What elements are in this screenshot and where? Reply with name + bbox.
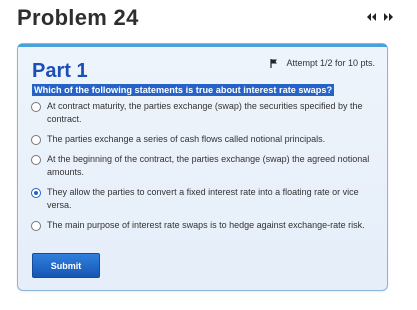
double-chevron-right-icon <box>384 13 393 21</box>
problem-nav <box>364 12 396 22</box>
previous-problem-button[interactable] <box>364 12 378 22</box>
answer-option[interactable]: The parties exchange a series of cash fl… <box>31 133 379 146</box>
answer-option-label: The main purpose of interest rate swaps … <box>47 220 365 230</box>
radio-button[interactable] <box>31 102 41 112</box>
problem-title: Problem 24 <box>17 5 139 30</box>
question-text: Which of the following statements is tru… <box>32 84 335 96</box>
next-problem-button[interactable] <box>382 12 396 22</box>
double-chevron-left-icon <box>367 13 376 21</box>
radio-button[interactable] <box>31 135 41 145</box>
answer-option-label: They allow the parties to convert a fixe… <box>47 187 359 210</box>
submit-button[interactable]: Submit <box>32 253 100 278</box>
attempt-text: Attempt 1/2 for 10 pts. <box>286 58 375 68</box>
radio-button[interactable] <box>31 155 41 165</box>
radio-button[interactable] <box>31 188 41 198</box>
answer-option[interactable]: The main purpose of interest rate swaps … <box>31 219 379 232</box>
radio-button[interactable] <box>31 221 41 231</box>
answer-option-label: At the beginning of the contract, the pa… <box>47 154 370 177</box>
answer-option-label: The parties exchange a series of cash fl… <box>47 134 326 144</box>
answer-options: At contract maturity, the parties exchan… <box>31 100 379 239</box>
question-card: Part 1 Attempt 1/2 for 10 pts. Which of … <box>17 43 388 291</box>
answer-option[interactable]: At contract maturity, the parties exchan… <box>31 100 379 126</box>
answer-option-label: At contract maturity, the parties exchan… <box>47 101 363 124</box>
part-title: Part 1 <box>32 60 88 82</box>
answer-option[interactable]: They allow the parties to convert a fixe… <box>31 186 379 212</box>
answer-option[interactable]: At the beginning of the contract, the pa… <box>31 153 379 179</box>
flag-icon <box>270 58 278 68</box>
attempt-info: Attempt 1/2 for 10 pts. <box>270 58 375 68</box>
